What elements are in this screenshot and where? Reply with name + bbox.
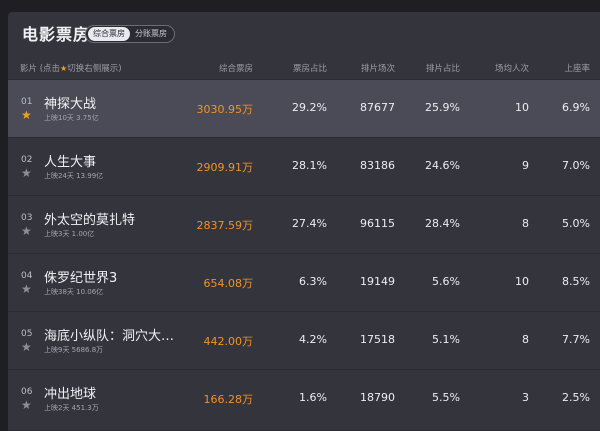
film-release-info: 上映38天 10.06亿 [44, 288, 104, 296]
header-hint-prefix: (点击 [39, 64, 61, 74]
film-name: 外太空的莫扎特 [44, 213, 136, 228]
rank-number: 02 [21, 155, 33, 165]
gross-cell: 654.08万 [203, 277, 254, 290]
occupancy-cell: 6.9% [562, 101, 590, 114]
avg-cell: 8 [522, 333, 529, 346]
table-row[interactable]: 06 ★ 冲出地球上映2天 451.3万 166.28万 1.6% 18790 5.5% 3 2… [8, 369, 600, 428]
gross-cell: 442.00万 [203, 335, 254, 348]
star-icon[interactable]: ★ [21, 225, 32, 237]
film-release-info: 上映24天 13.99亿 [44, 172, 104, 180]
table-row[interactable]: 03 ★ 外太空的莫扎特上映3天 1.00亿 2837.59万 27.4% 96115 28… [8, 195, 600, 254]
table-row[interactable]: 05 ★ 海底小纵队：洞穴大… 上映9天 5686.8万 442.00万 4.2% 1751… [8, 311, 600, 370]
show-share-cell: 25.9% [425, 101, 460, 114]
header-avg[interactable]: 场均人次 [495, 62, 529, 74]
page-title: 电影票房 [22, 25, 91, 44]
film-name: 神探大战 [44, 97, 97, 112]
occupancy-cell: 2.5% [562, 391, 590, 404]
header-shows[interactable]: 排片场次 [361, 62, 395, 74]
avg-cell: 9 [522, 159, 529, 172]
avg-cell: 3 [522, 391, 529, 404]
star-icon[interactable]: ★ [21, 167, 32, 179]
box-office-type-toggle[interactable]: 综合票房 分账票房 [85, 25, 175, 43]
show-share-cell: 5.6% [432, 275, 460, 288]
occupancy-cell: 8.5% [562, 275, 590, 288]
film-name: 海底小纵队：洞穴大… [44, 329, 175, 344]
gross-cell: 2837.59万 [196, 219, 254, 232]
table-row[interactable]: 04 ★ 侏罗纪世界3 上映38天 10.06亿 654.08万 6.3% 19149 5.6… [8, 253, 600, 312]
gross-cell: 2909.91万 [196, 161, 254, 174]
avg-cell: 10 [515, 101, 529, 114]
table-header: 影片 (点击★切换右侧展示) 综合票房 票房占比 排片场次 排片占比 场均人次 … [8, 56, 600, 78]
share-cell: 6.3% [299, 275, 327, 288]
toggle-option-combined[interactable]: 综合票房 [88, 27, 130, 41]
show-share-cell: 28.4% [425, 217, 460, 230]
share-cell: 28.1% [292, 159, 327, 172]
shows-cell: 96115 [360, 217, 395, 230]
header-film: 影片 (点击★切换右侧展示) [20, 62, 122, 74]
header-hint-suffix: 切换右侧展示) [67, 64, 122, 74]
header-gross[interactable]: 综合票房 [219, 62, 253, 74]
share-cell: 27.4% [292, 217, 327, 230]
occupancy-cell: 7.7% [562, 333, 590, 346]
avg-cell: 10 [515, 275, 529, 288]
table-row[interactable]: 02 ★ 人生大事上映24天 13.99亿 2909.91万 28.1% 83186 24.… [8, 137, 600, 196]
star-icon[interactable]: ★ [21, 341, 32, 353]
show-share-cell: 24.6% [425, 159, 460, 172]
shows-cell: 83186 [360, 159, 395, 172]
shows-cell: 17518 [360, 333, 395, 346]
toggle-option-split[interactable]: 分账票房 [130, 27, 172, 41]
title-bar: 电影票房 综合票房 分账票房 [8, 12, 600, 54]
film-release-info: 上映3天 1.00亿 [44, 230, 95, 238]
rank-number: 03 [21, 213, 33, 223]
rank-number: 01 [21, 97, 33, 107]
occupancy-cell: 7.0% [562, 159, 590, 172]
star-icon[interactable]: ★ [21, 399, 32, 411]
show-share-cell: 5.1% [432, 333, 460, 346]
film-name: 人生大事 [44, 155, 97, 170]
rank-number: 04 [21, 271, 33, 281]
film-name: 侏罗纪世界3 [44, 271, 118, 286]
shows-cell: 87677 [360, 101, 395, 114]
occupancy-cell: 5.0% [562, 217, 590, 230]
gross-cell: 3030.95万 [196, 103, 254, 116]
shows-cell: 19149 [360, 275, 395, 288]
header-show-share[interactable]: 排片占比 [426, 62, 460, 74]
avg-cell: 8 [522, 217, 529, 230]
table-row[interactable]: 01 ★ 神探大战上映10天 3.75亿 3030.95万 29.2% 87677 25.9… [8, 79, 600, 138]
box-office-panel: 电影票房 综合票房 分账票房 影片 (点击★切换右侧展示) 综合票房 票房占比 … [8, 12, 600, 431]
header-film-label: 影片 [20, 64, 38, 74]
rank-number: 05 [21, 329, 33, 339]
film-release-info: 上映2天 451.3万 [44, 404, 99, 412]
star-icon[interactable]: ★ [21, 109, 32, 121]
rank-number: 06 [21, 387, 33, 397]
share-cell: 4.2% [299, 333, 327, 346]
film-name: 冲出地球 [44, 387, 97, 402]
show-share-cell: 5.5% [432, 391, 460, 404]
header-share[interactable]: 票房占比 [293, 62, 327, 74]
share-cell: 29.2% [292, 101, 327, 114]
header-occupancy[interactable]: 上座率 [564, 62, 590, 74]
film-release-info: 上映10天 3.75亿 [44, 114, 99, 122]
gross-cell: 166.28万 [203, 393, 254, 406]
shows-cell: 18790 [360, 391, 395, 404]
star-icon[interactable]: ★ [21, 283, 32, 295]
film-release-info: 上映9天 5686.8万 [44, 346, 104, 354]
share-cell: 1.6% [299, 391, 327, 404]
